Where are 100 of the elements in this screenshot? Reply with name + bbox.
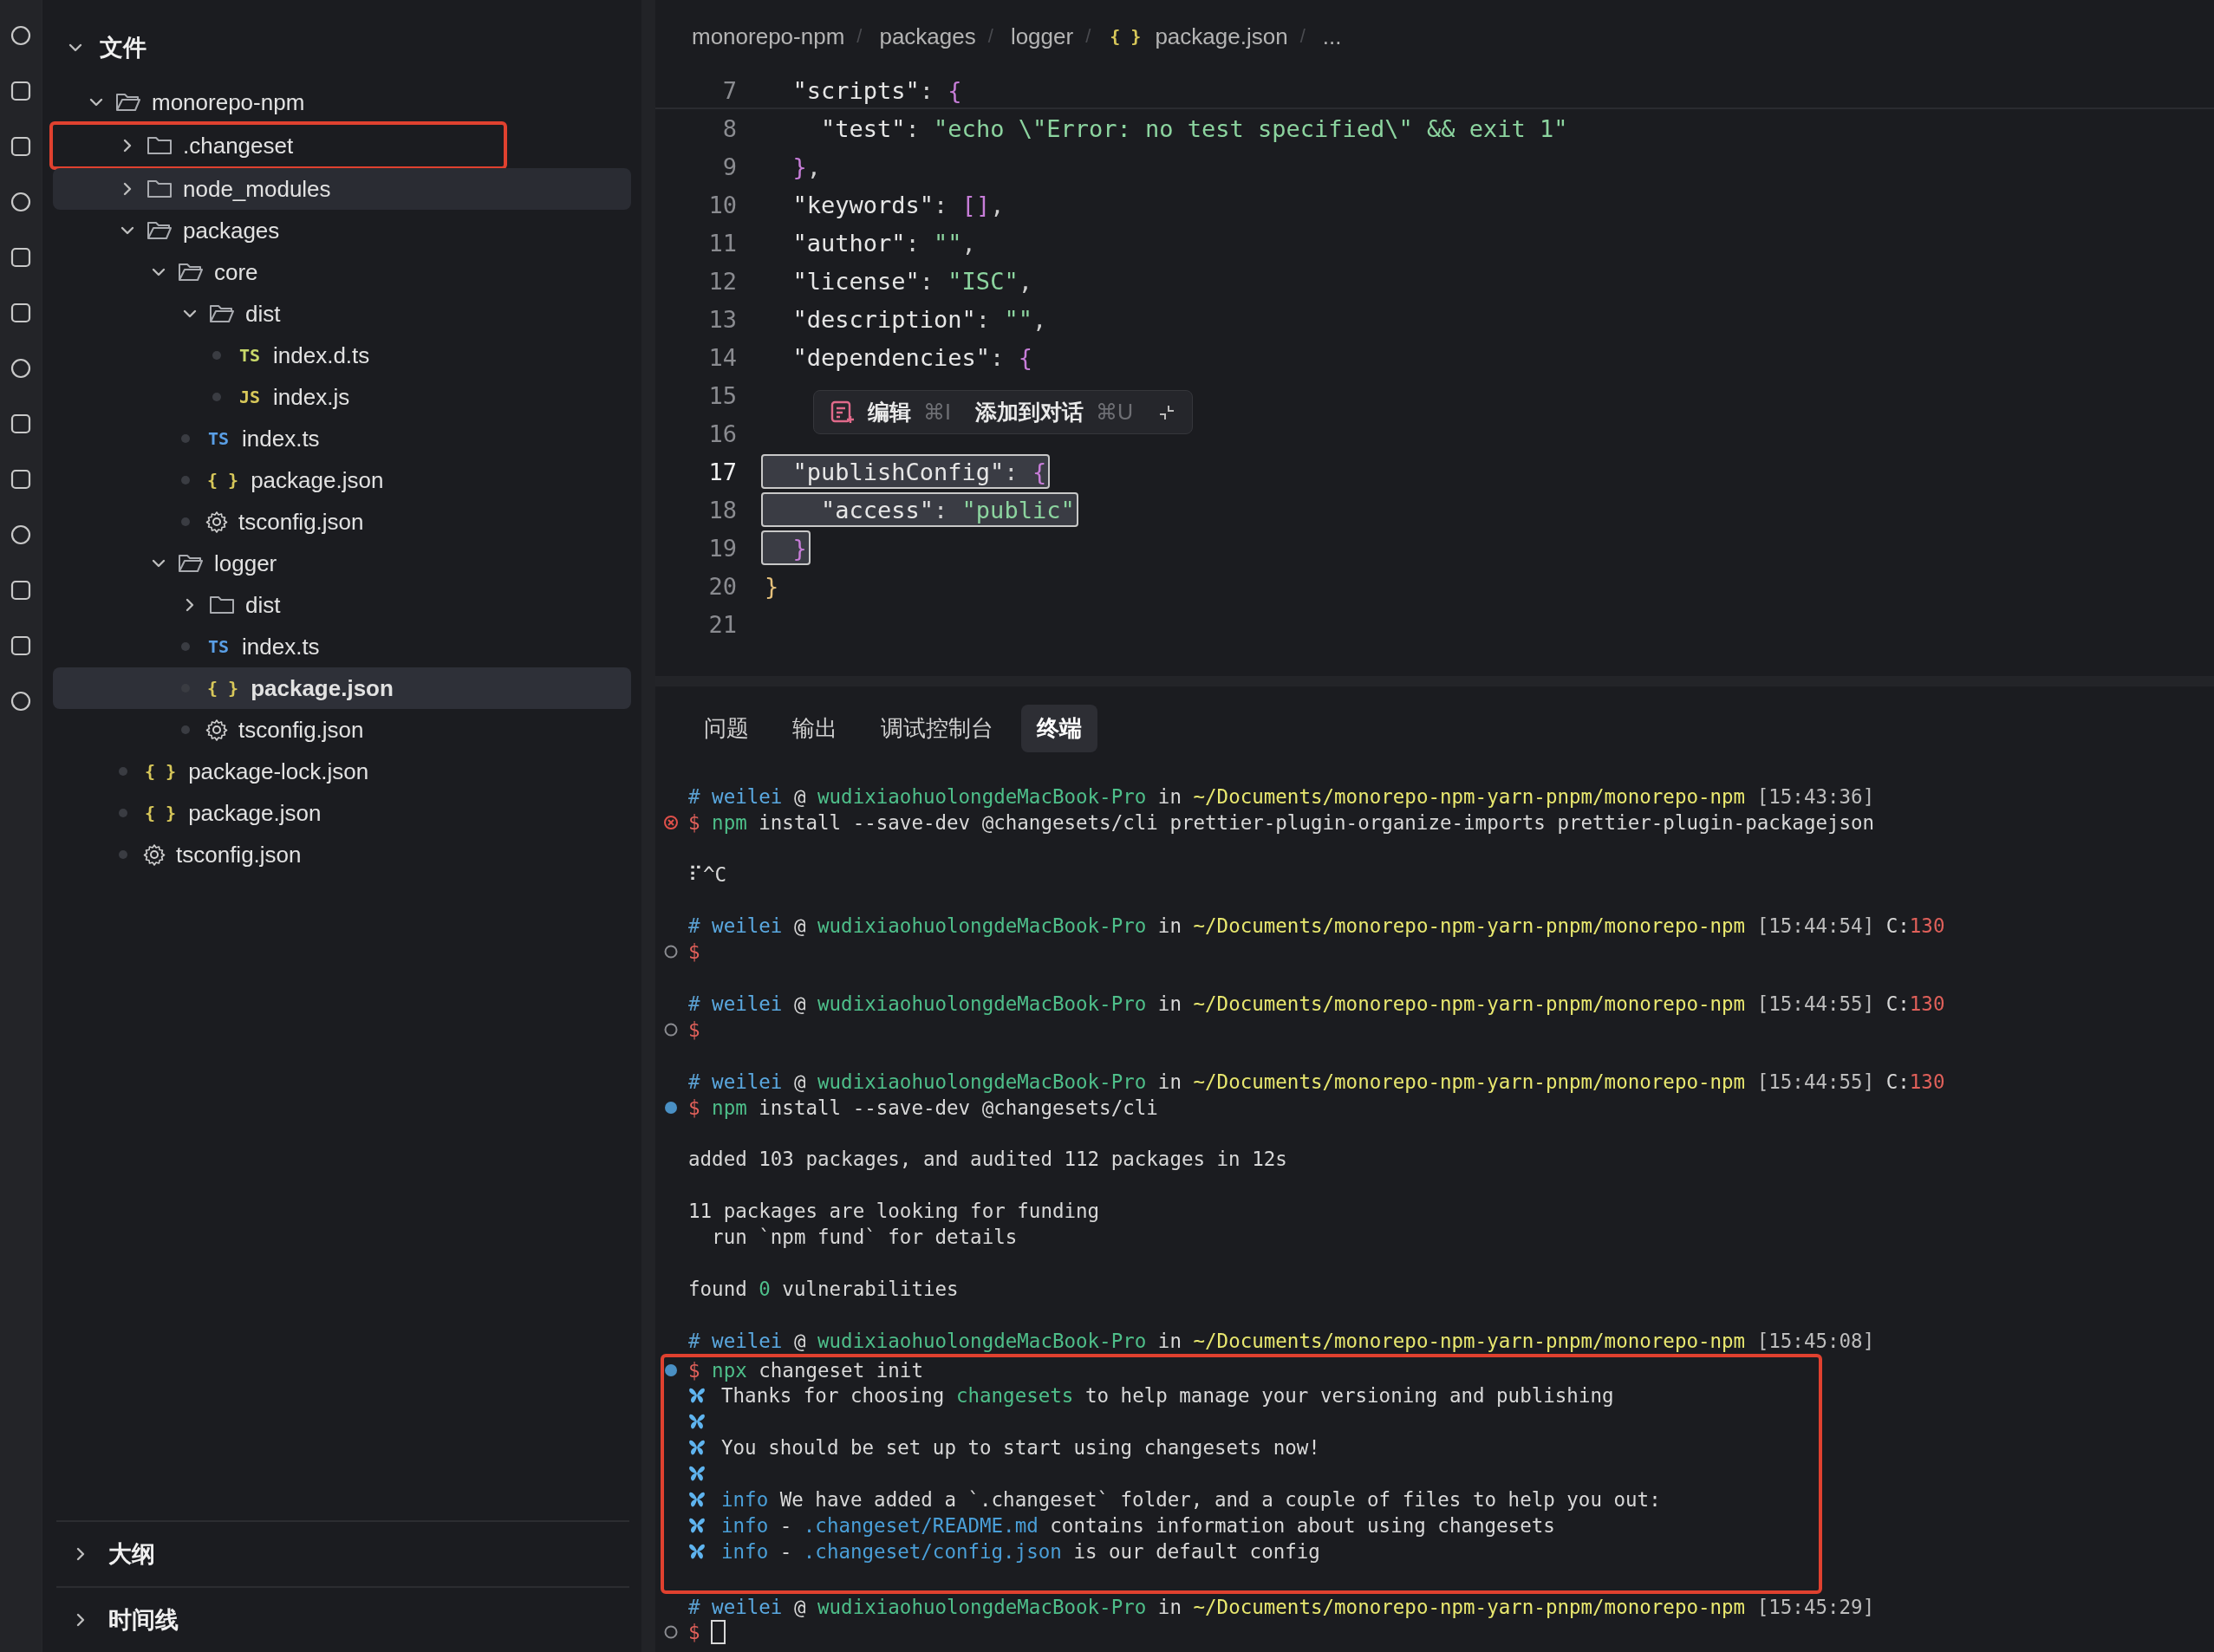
line-number: 13 <box>707 305 737 333</box>
code-line: }, <box>791 152 823 182</box>
code-line: } <box>764 571 780 602</box>
code-line: "scripts": { <box>791 75 963 106</box>
tree-item[interactable]: packages <box>53 210 631 251</box>
line-number: 18 <box>707 496 737 524</box>
error-icon <box>663 814 679 830</box>
code-line: "license": "ISC", <box>791 266 1033 296</box>
output-line: 11 packages are looking for funding <box>688 1200 1100 1223</box>
line-number: 7 <box>721 76 737 104</box>
panel-tab[interactable]: 输出 <box>777 704 853 752</box>
dot-icon <box>663 1099 679 1115</box>
tree-item[interactable]: node_modules <box>53 168 631 210</box>
circle-icon <box>663 1021 679 1037</box>
file-type-icon: TS <box>237 344 263 367</box>
dot-icon <box>181 642 190 651</box>
line-number: 15 <box>707 381 737 409</box>
prompt-line: # weilei @ wudixiaohuolongdeMacBook-Pro in ~/Documents/monorepo-npm-yarn-pnpm/monorepo-npm [15:45:08] <box>688 1329 1875 1352</box>
panel-tab[interactable]: 调试控制台 <box>865 704 1009 752</box>
output-line: info - .changeset/README.md contains information about using changesets <box>721 1513 1555 1537</box>
tree-item[interactable]: logger <box>53 543 631 584</box>
butterfly-icon <box>688 1465 706 1483</box>
panel-tab[interactable]: 终端 <box>1021 704 1097 752</box>
command-line: $ npm install --save-dev @changesets/cli <box>688 1096 1158 1119</box>
breadcrumb[interactable]: logger <box>1010 23 1074 50</box>
output-line: run `npm fund` for details <box>711 1226 1018 1249</box>
section-title[interactable]: 时间线 <box>108 1604 179 1636</box>
folder-icon <box>178 262 204 283</box>
tree-item[interactable]: .changeset <box>53 125 504 166</box>
tree-item[interactable]: TS index.ts <box>53 626 631 667</box>
breadcrumb[interactable]: packages <box>879 23 976 50</box>
code-line: "description": "", <box>791 304 1048 335</box>
tree-item[interactable]: tsconfig.json <box>53 709 631 751</box>
edit-icon[interactable] <box>830 399 856 426</box>
dot-icon <box>119 767 127 776</box>
tree-item[interactable]: JS index.js <box>53 376 631 418</box>
folder-icon <box>209 595 235 615</box>
popup-action[interactable]: 添加到对话 <box>974 398 1084 426</box>
panel-tab[interactable]: 问题 <box>688 704 765 752</box>
breadcrumb-separator: / <box>1299 25 1306 48</box>
line-number: 11 <box>707 229 737 257</box>
prompt-line: # weilei @ wudixiaohuolongdeMacBook-Pro in ~/Documents/monorepo-npm-yarn-pnpm/monorepo-npm [15:44:55] C:130 <box>688 1070 1945 1093</box>
folder-icon <box>147 220 173 241</box>
output-line: found 0 vulnerabilities <box>688 1277 959 1300</box>
code-line: "author": "", <box>791 228 977 258</box>
line-number: 21 <box>707 610 737 638</box>
line-number: 9 <box>721 153 737 180</box>
tree-item[interactable]: monorepo-npm <box>53 81 631 123</box>
output-line: ⠏^C <box>688 862 727 886</box>
output-line: You should be set up to start using changesets now! <box>721 1436 1320 1460</box>
file-type-icon: { } <box>143 760 179 783</box>
file-type-icon: TS <box>205 427 231 450</box>
tree-item[interactable]: dist <box>53 584 631 626</box>
line-number: 20 <box>707 572 737 600</box>
butterfly-icon <box>688 1387 706 1405</box>
breadcrumb[interactable]: monorepo-npm <box>692 23 845 50</box>
tree-item[interactable]: tsconfig.json <box>53 501 631 543</box>
dot-icon <box>181 517 190 526</box>
breadcrumb[interactable]: package.json <box>1155 23 1288 50</box>
tree-item[interactable]: { } package.json <box>53 667 631 709</box>
folder-icon <box>115 92 141 113</box>
tree-item[interactable]: { } package.json <box>53 459 631 501</box>
command-line: $ <box>688 940 700 964</box>
line-number: 8 <box>721 114 737 142</box>
command-line: $ <box>688 1018 700 1041</box>
breadcrumb[interactable]: ... <box>1322 23 1342 50</box>
folder-icon <box>147 179 173 199</box>
popup-action[interactable]: 编辑 <box>868 398 911 426</box>
code-line: "dependencies": { <box>791 342 1033 373</box>
circle-icon <box>663 1624 679 1641</box>
tree-item[interactable]: TS index.ts <box>53 418 631 459</box>
file-type-icon: JS <box>237 386 263 408</box>
explorer-title: 文件 <box>100 34 147 62</box>
dot-icon <box>181 434 190 443</box>
section-title[interactable]: 大纲 <box>108 1538 155 1570</box>
tree-item[interactable]: { } package-lock.json <box>53 751 631 792</box>
tree-item[interactable]: TS index.d.ts <box>53 335 631 376</box>
output-line: added 103 packages, and audited 112 packages in 12s <box>688 1148 1287 1171</box>
file-type-icon: TS <box>205 635 231 658</box>
butterfly-icon <box>688 1439 706 1457</box>
prompt-line: # weilei @ wudixiaohuolongdeMacBook-Pro in ~/Documents/monorepo-npm-yarn-pnpm/monorepo-npm [15:45:29] <box>688 1595 1875 1618</box>
butterfly-icon <box>688 1491 706 1508</box>
dot-icon <box>212 393 221 401</box>
file-type-icon: { } <box>205 469 241 491</box>
code-line: "test": "echo \"Error: no test specified\" && exit 1" <box>820 114 1569 144</box>
line-number: 10 <box>707 191 737 218</box>
dot-icon <box>119 809 127 817</box>
butterfly-icon <box>688 1413 706 1431</box>
tree-item[interactable]: core <box>53 251 631 293</box>
line-number: 16 <box>707 420 737 447</box>
dot-icon <box>212 351 221 360</box>
tree-item[interactable]: tsconfig.json <box>53 834 631 875</box>
output-line: info We have added a `.changeset` folder, and a couple of files to help you out: <box>721 1488 1661 1511</box>
shortcut-hint: ⌘U <box>1095 400 1133 425</box>
breadcrumb-separator: / <box>1085 25 1091 48</box>
tree-item[interactable]: { } package.json <box>53 792 631 834</box>
tree-item[interactable]: dist <box>53 293 631 335</box>
prompt-line: # weilei @ wudixiaohuolongdeMacBook-Pro in ~/Documents/monorepo-npm-yarn-pnpm/monorepo-npm [15:44:55] C:130 <box>688 992 1945 1016</box>
command-line: $ npm install --save-dev @changesets/cli prettier-plugin-organize-imports prettier-plugin-packagejson <box>688 810 1875 834</box>
line-number: 19 <box>707 534 737 562</box>
